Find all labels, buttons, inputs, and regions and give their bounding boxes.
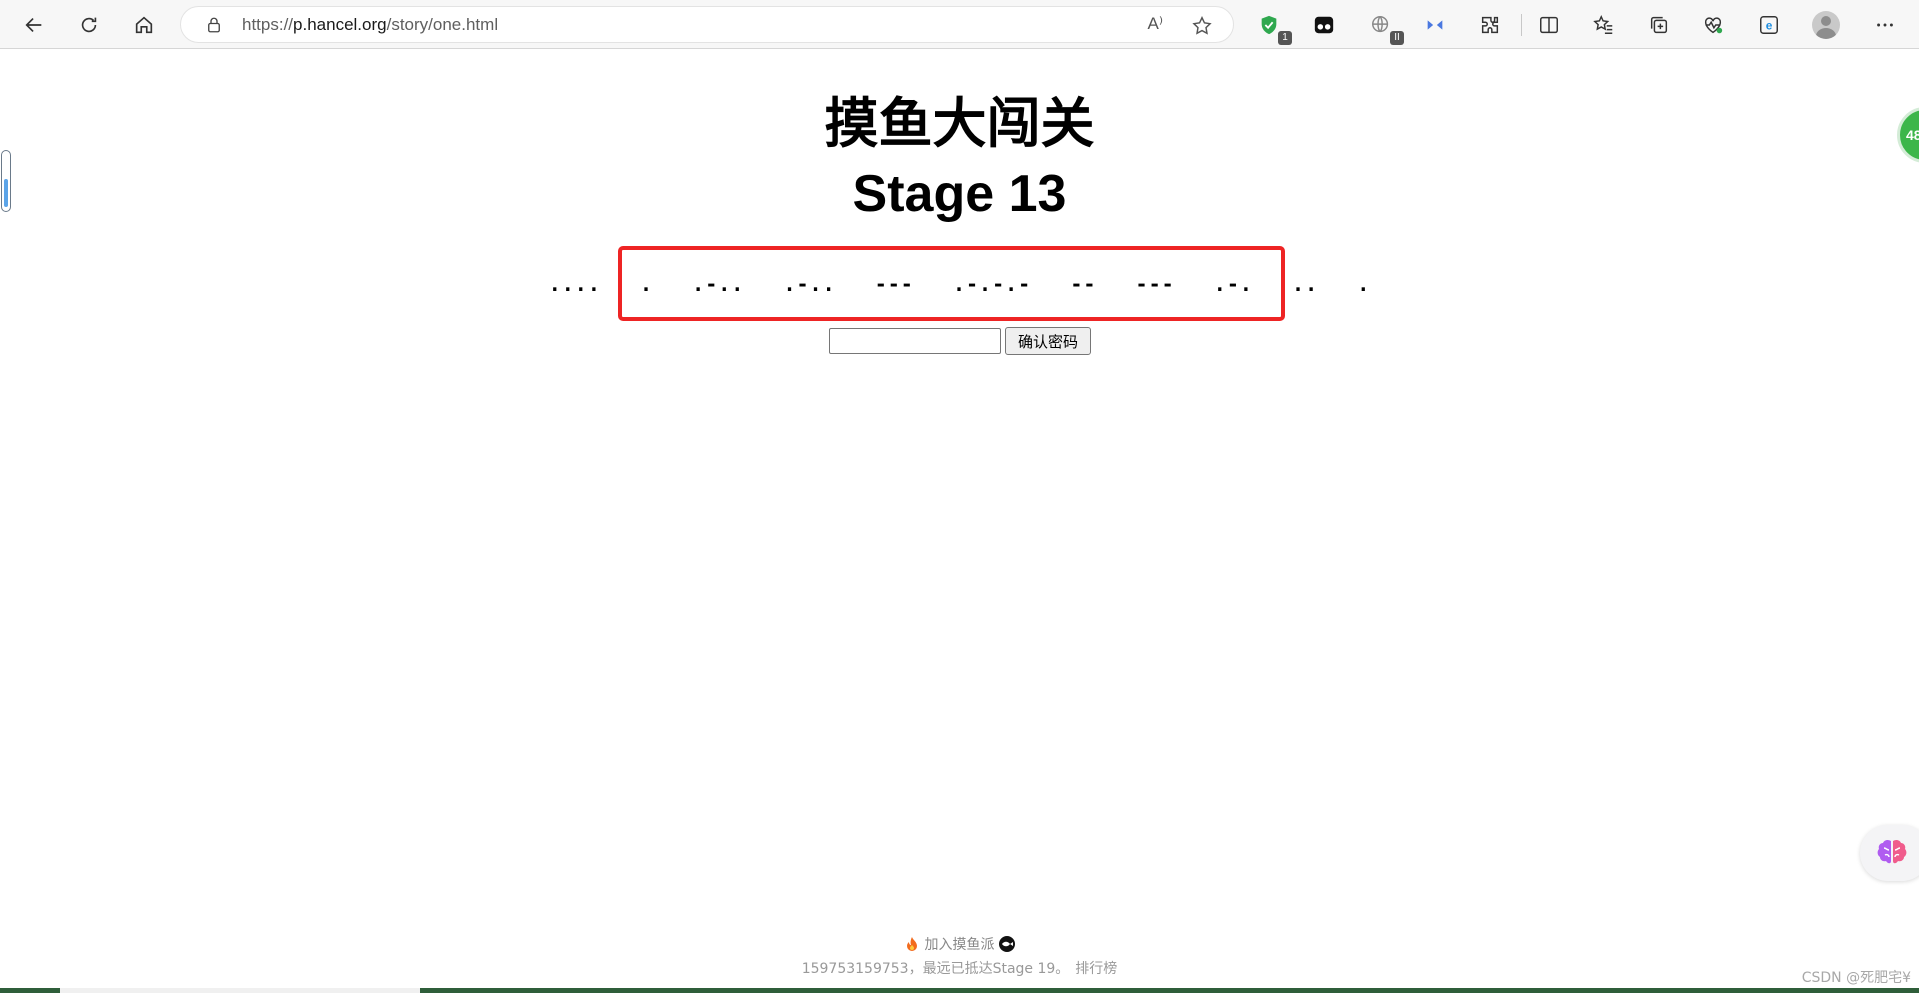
ai-assistant-button[interactable]: [1860, 825, 1919, 881]
lock-icon[interactable]: [205, 16, 223, 34]
more-menu-icon[interactable]: [1868, 8, 1902, 42]
fish-logo-icon: [998, 936, 1015, 952]
extensions-puzzle-icon[interactable]: [1473, 8, 1507, 42]
brain-icon: [1877, 839, 1907, 864]
progress-text: 159753159753，最远已抵达Stage 19。: [801, 961, 1070, 977]
browser-essentials-icon[interactable]: [1696, 8, 1730, 42]
join-moyu-link[interactable]: 加入摸鱼派: [925, 937, 995, 953]
confirm-password-button[interactable]: 确认密码: [1005, 327, 1091, 355]
favorites-icon[interactable]: [1587, 8, 1621, 42]
tampermonkey-icon[interactable]: [1307, 8, 1341, 42]
back-icon[interactable]: [17, 8, 51, 42]
csdn-watermark: CSDN @死肥宅¥: [1801, 970, 1911, 986]
fire-icon: [907, 937, 918, 951]
stage-title: Stage 13: [852, 165, 1067, 223]
home-icon[interactable]: [127, 8, 161, 42]
toolbar-separator: [1521, 14, 1522, 36]
morse-code-clue: .... . .-.. .-.. --- .-.-.- -- --- .-. .…: [548, 272, 1371, 296]
edge-icon[interactable]: e: [1752, 8, 1786, 42]
password-input[interactable]: [829, 328, 1001, 354]
url-text[interactable]: https://p.hancel.org/story/one.html: [242, 15, 498, 35]
page-title: 摸鱼大闯关: [824, 92, 1095, 155]
favorite-star-icon[interactable]: [1191, 15, 1213, 37]
extension-badge: II: [1390, 31, 1404, 45]
taskbar-strip: [0, 988, 1919, 993]
sidebar-extension-icon[interactable]: [1418, 8, 1452, 42]
svg-text:e: e: [1766, 19, 1773, 33]
progress-info: 159753159753，最远已抵达Stage 19。 排行榜: [0, 958, 1919, 978]
collections-icon[interactable]: [1642, 8, 1676, 42]
address-bar[interactable]: https://p.hancel.org/story/one.html A⁾: [180, 6, 1234, 43]
shield-extension-icon[interactable]: 1: [1252, 8, 1292, 45]
leaderboard-link[interactable]: 排行榜: [1075, 961, 1117, 977]
split-screen-icon[interactable]: [1532, 8, 1566, 42]
extension-badge: 1: [1278, 31, 1292, 45]
read-aloud-icon[interactable]: A⁾: [1147, 14, 1163, 34]
browser-toolbar: https://p.hancel.org/story/one.html A⁾ 1…: [0, 0, 1919, 49]
translate-extension-icon[interactable]: II: [1364, 8, 1404, 45]
join-link-row: 加入摸鱼派: [0, 934, 1919, 954]
refresh-icon[interactable]: [72, 8, 106, 42]
profile-avatar[interactable]: [1812, 11, 1840, 39]
